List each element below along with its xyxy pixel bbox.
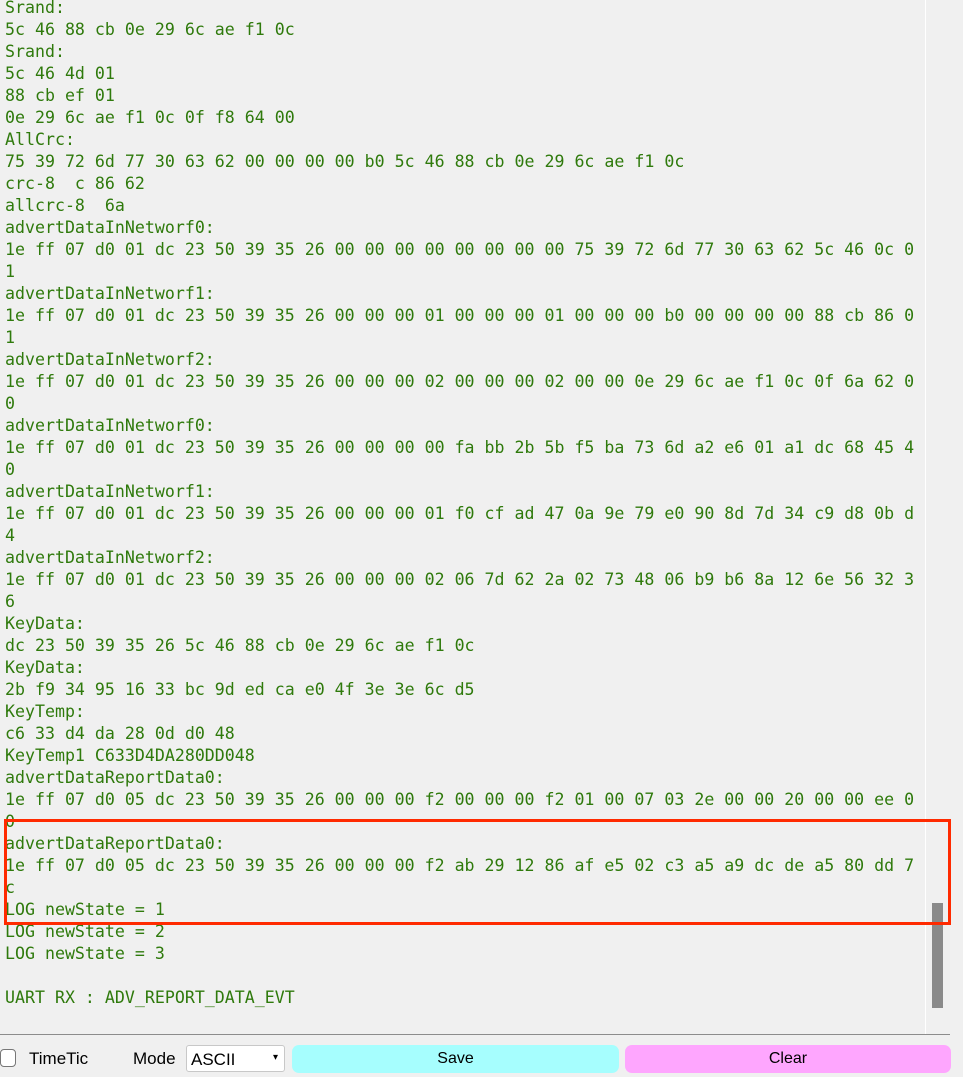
log-line: advertDataInNetworf0: — [5, 416, 215, 435]
save-button[interactable]: Save — [292, 1045, 619, 1073]
log-line: UART RX : ADV_REPORT_DATA_EVT — [5, 988, 295, 1007]
mode-label: Mode — [133, 1049, 176, 1068]
log-line: 1e ff 07 d0 01 dc 23 50 39 35 26 00 00 0… — [5, 570, 915, 589]
log-line: dc 23 50 39 35 26 5c 46 88 cb 0e 29 6c a… — [5, 636, 475, 655]
mode-select[interactable]: ASCII ▾ — [186, 1045, 285, 1072]
clear-button[interactable]: Clear — [625, 1045, 951, 1073]
dropdown-arrow-icon: ▾ — [272, 1052, 278, 1063]
divider — [0, 1034, 950, 1035]
log-line: 1 — [5, 262, 15, 281]
log-line: 1 — [5, 328, 15, 347]
log-line: 0 — [5, 460, 15, 479]
log-line: 88 cb ef 01 — [5, 86, 115, 105]
log-line: KeyTemp1 C633D4DA280DD048 — [5, 746, 255, 765]
log-line: 2b f9 34 95 16 33 bc 9d ed ca e0 4f 3e 3… — [5, 680, 475, 699]
log-line: allcrc-8 6a — [5, 196, 125, 215]
timetic-checkbox[interactable] — [0, 1049, 16, 1067]
highlight-box — [4, 819, 951, 925]
log-line: 1e ff 07 d0 01 dc 23 50 39 35 26 00 00 0… — [5, 306, 915, 325]
log-line: 5c 46 4d 01 — [5, 64, 115, 83]
log-line: advertDataReportData0: — [5, 768, 225, 787]
log-line: 0 — [5, 394, 15, 413]
log-line: 6 — [5, 592, 15, 611]
log-line: 75 39 72 6d 77 30 63 62 00 00 00 00 b0 5… — [5, 152, 685, 171]
log-line: advertDataInNetworf1: — [5, 284, 215, 303]
log-line: KeyTemp: — [5, 702, 85, 721]
log-line: LOG newState = 3 — [5, 944, 165, 963]
mode-selected-value: ASCII — [191, 1050, 236, 1069]
log-line: Srand: — [5, 0, 65, 17]
log-line: 0e 29 6c ae f1 0c 0f f8 64 00 — [5, 108, 295, 127]
log-line: 1e ff 07 d0 01 dc 23 50 39 35 26 00 00 0… — [5, 438, 915, 457]
log-line: KeyData: — [5, 658, 85, 677]
log-line: 1e ff 07 d0 05 dc 23 50 39 35 26 00 00 0… — [5, 790, 915, 809]
log-line: advertDataInNetworf0: — [5, 218, 215, 237]
log-line: KeyData: — [5, 614, 85, 633]
log-line: 1e ff 07 d0 01 dc 23 50 39 35 26 00 00 0… — [5, 372, 915, 391]
control-bar: TimeTic Mode ASCII ▾ Save Clear — [0, 1044, 963, 1074]
log-line: 1e ff 07 d0 01 dc 23 50 39 35 26 00 00 0… — [5, 504, 915, 523]
log-line: c6 33 d4 da 28 0d d0 48 — [5, 724, 235, 743]
log-line: 1e ff 07 d0 01 dc 23 50 39 35 26 00 00 0… — [5, 240, 915, 259]
log-line: Srand: — [5, 42, 65, 61]
log-line: 5c 46 88 cb 0e 29 6c ae f1 0c — [5, 20, 295, 39]
log-line: 4 — [5, 526, 15, 545]
log-line: crc-8 c 86 62 — [5, 174, 145, 193]
log-line: advertDataInNetworf2: — [5, 548, 215, 567]
timetic-label: TimeTic — [29, 1049, 89, 1068]
log-line: advertDataInNetworf1: — [5, 482, 215, 501]
log-line: advertDataInNetworf2: — [5, 350, 215, 369]
log-line: AllCrc: — [5, 130, 75, 149]
